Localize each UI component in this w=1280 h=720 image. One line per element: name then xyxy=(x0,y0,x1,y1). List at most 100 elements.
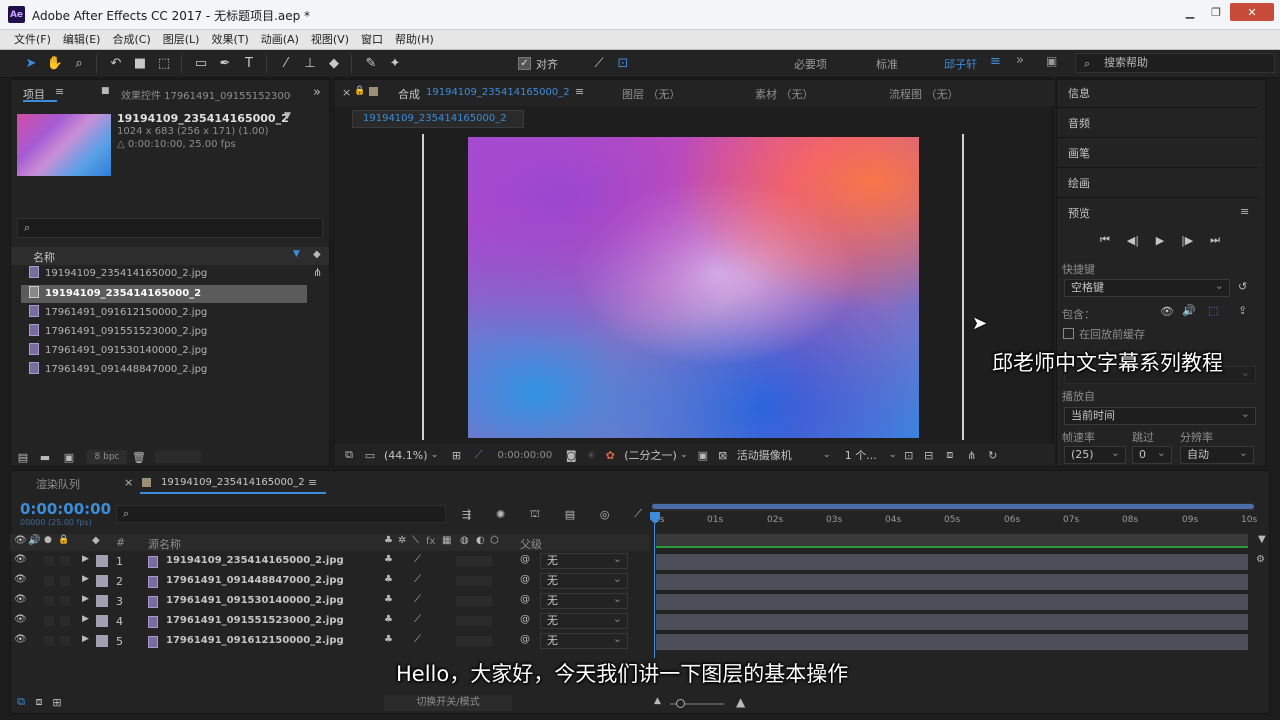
table-row[interactable]: 👁 ▶ 5 17961491_091612150000_2.jpg ♣ ⟋ @ … xyxy=(10,632,650,652)
pan-behind-tool-icon[interactable]: ⬚ xyxy=(153,53,175,75)
parent-dropdown[interactable]: 无 xyxy=(540,612,628,629)
shy-layers-icon[interactable]: ⛫ xyxy=(530,507,540,522)
label-tag-icon[interactable]: ◆ xyxy=(313,249,321,260)
shy-icon[interactable]: ♣ xyxy=(384,634,393,645)
zoom-tool-icon[interactable]: ⌕ xyxy=(68,53,90,75)
eraser-tool-icon[interactable]: ◆ xyxy=(323,53,345,75)
pick-whip-icon[interactable]: @ xyxy=(520,614,530,625)
zoom-dropdown[interactable]: (44.1%) xyxy=(384,449,428,462)
snap-target-icon[interactable]: ⊡ xyxy=(612,53,634,75)
menu-effect[interactable]: 效果(T) xyxy=(205,30,254,50)
menu-layer[interactable]: 图层(L) xyxy=(157,30,206,50)
always-preview-icon[interactable]: ⧉ xyxy=(338,448,360,462)
fps-dropdown[interactable]: (25) xyxy=(1064,445,1126,464)
play-icon[interactable]: ▶ xyxy=(1156,234,1164,247)
parent-dropdown[interactable]: 无 xyxy=(540,632,628,649)
label-color-swatch[interactable] xyxy=(96,635,108,647)
shy-icon[interactable]: ♣ xyxy=(384,594,393,605)
list-item[interactable]: 17961491_091448847000_2.jpg xyxy=(29,361,207,379)
layer-duration-bar[interactable] xyxy=(656,634,1248,650)
quality-icon[interactable]: ⟋ xyxy=(414,574,421,585)
quality-icon[interactable]: ⟋ xyxy=(414,614,421,625)
audio-panel-tab[interactable]: 音频 xyxy=(1068,115,1090,131)
shortcut-dropdown[interactable]: 空格键 xyxy=(1064,278,1230,297)
sync-settings-icon[interactable]: ▣ xyxy=(1046,54,1057,68)
comp-mini-flowchart-icon[interactable]: ⇶ xyxy=(462,508,471,521)
roto-brush-tool-icon[interactable]: ✎ xyxy=(360,53,382,75)
audio-switch-icon[interactable]: 🔊 xyxy=(28,535,40,546)
project-search-input[interactable]: ⌕ xyxy=(17,218,323,238)
comp-button-icon[interactable]: ⚙ xyxy=(1256,554,1265,565)
pick-whip-icon[interactable]: @ xyxy=(520,574,530,585)
brush-tool-icon[interactable]: ⁄ xyxy=(275,53,297,75)
tab-layer[interactable]: 图层 （无） xyxy=(622,86,681,102)
label-color-swatch[interactable] xyxy=(96,595,108,607)
delete-icon[interactable]: 🗑 xyxy=(127,451,151,464)
timeline-icon[interactable]: ⧈ xyxy=(939,448,961,462)
quality-icon[interactable]: ⟋ xyxy=(414,594,421,605)
lock-switch-icon[interactable]: 🔒 xyxy=(58,535,69,545)
timeline-menu-icon[interactable]: ≡ xyxy=(308,476,317,489)
label-color-swatch[interactable] xyxy=(96,555,108,567)
pick-whip-icon[interactable]: @ xyxy=(520,594,530,605)
effects-icon[interactable]: fx xyxy=(426,536,435,547)
composition-subtab[interactable]: 19194109_235414165000_2 xyxy=(352,110,524,128)
bpc-button[interactable]: 8 bpc xyxy=(87,450,127,464)
workspace-standard[interactable]: 标准 xyxy=(876,56,898,72)
new-folder-icon[interactable]: ▬ xyxy=(33,451,57,464)
in-out-controls-icon[interactable]: ⊞ xyxy=(48,696,66,709)
next-frame-icon[interactable]: |▶ xyxy=(1181,234,1193,247)
eye-icon[interactable]: 👁 xyxy=(14,614,27,625)
parent-dropdown[interactable]: 无 xyxy=(540,552,628,569)
channel-icon[interactable]: ✿ xyxy=(600,449,620,462)
previous-frame-icon[interactable]: ◀| xyxy=(1127,234,1139,247)
selection-tool-icon[interactable]: ➤ xyxy=(20,53,42,75)
label-color-swatch[interactable] xyxy=(96,575,108,587)
include-video-icon[interactable]: 👁 xyxy=(1160,305,1174,318)
clone-stamp-tool-icon[interactable]: ⊥ xyxy=(299,53,321,75)
composition-name[interactable]: 19194109_235414165000_2 xyxy=(426,87,570,98)
tab-effects-controls[interactable]: 效果控件 17961491_091551523000_ xyxy=(121,87,291,102)
table-row[interactable]: 👁 ▶ 4 17961491_091551523000_2.jpg ♣ ⟋ @ … xyxy=(10,612,650,632)
tab-flowchart[interactable]: 流程图 （无） xyxy=(889,86,959,102)
viewer-timecode[interactable]: 0:00:00:00 xyxy=(498,450,553,461)
quality-icon[interactable]: ⟋ xyxy=(414,634,421,645)
table-row[interactable]: 👁 ▶ 1 19194109_235414165000_2.jpg ♣ ⟋ @ … xyxy=(10,552,650,572)
region-of-interest-icon[interactable]: ▣ xyxy=(693,449,713,462)
puppet-tool-icon[interactable]: ✦ xyxy=(384,53,406,75)
layer-name[interactable]: 17961491_091612150000_2.jpg xyxy=(166,635,344,646)
preview-menu-icon[interactable]: ≡ xyxy=(1240,205,1249,218)
video-switch-icon[interactable]: 👁 xyxy=(14,535,27,546)
snap-checkbox[interactable]: ✓ xyxy=(518,57,531,70)
zoom-in-icon[interactable]: ▲ xyxy=(736,695,745,709)
monitor-icon[interactable]: ▭ xyxy=(360,449,380,462)
camera-tool-icon[interactable]: ■ xyxy=(129,53,151,75)
last-frame-icon[interactable]: ⏭ xyxy=(1210,233,1220,247)
timeline-search-input[interactable]: ⌕ xyxy=(116,505,446,523)
layer-switches-icon[interactable]: ⧉ xyxy=(12,695,30,709)
fast-previews-icon[interactable]: ⊟ xyxy=(919,449,939,462)
table-row[interactable]: 👁 ▶ 3 17961491_091530140000_2.jpg ♣ ⟋ @ … xyxy=(10,592,650,612)
first-frame-icon[interactable]: ⏮ xyxy=(1100,233,1110,247)
viewer-menu-icon[interactable]: ≡ xyxy=(575,85,584,98)
layer-duration-bar[interactable] xyxy=(656,574,1248,590)
toggle-switches-modes[interactable]: 切换开关/模式 xyxy=(384,695,512,711)
flowchart-icon[interactable]: ⋔ xyxy=(961,449,983,462)
preview-panel-title[interactable]: 预览 xyxy=(1068,205,1090,221)
tab-composition[interactable]: 合成 xyxy=(398,86,420,102)
layer-duration-bar[interactable] xyxy=(656,554,1248,570)
more-workspaces-icon[interactable]: » xyxy=(1016,53,1024,68)
expand-arrow-icon[interactable]: ▶ xyxy=(82,574,89,584)
list-item[interactable]: 19194109_235414165000_2.jpg xyxy=(29,265,207,283)
menu-edit[interactable]: 编辑(E) xyxy=(57,30,107,50)
include-audio-icon[interactable]: 🔊 xyxy=(1182,304,1196,317)
include-overlay-icon[interactable]: ⬚ xyxy=(1208,304,1218,317)
pick-whip-icon[interactable]: @ xyxy=(520,554,530,565)
mask-visibility-icon[interactable]: ⟋ xyxy=(468,448,490,462)
layer-name[interactable]: 19194109_235414165000_2.jpg xyxy=(166,555,344,566)
rotate-tool-icon[interactable]: ↶ xyxy=(105,53,127,75)
close-tab-icon[interactable]: × xyxy=(124,476,133,489)
work-area-bar[interactable] xyxy=(652,503,1254,511)
label-tag-icon[interactable]: ◆ xyxy=(92,535,100,546)
close-icon[interactable]: ✕ xyxy=(1230,3,1274,21)
